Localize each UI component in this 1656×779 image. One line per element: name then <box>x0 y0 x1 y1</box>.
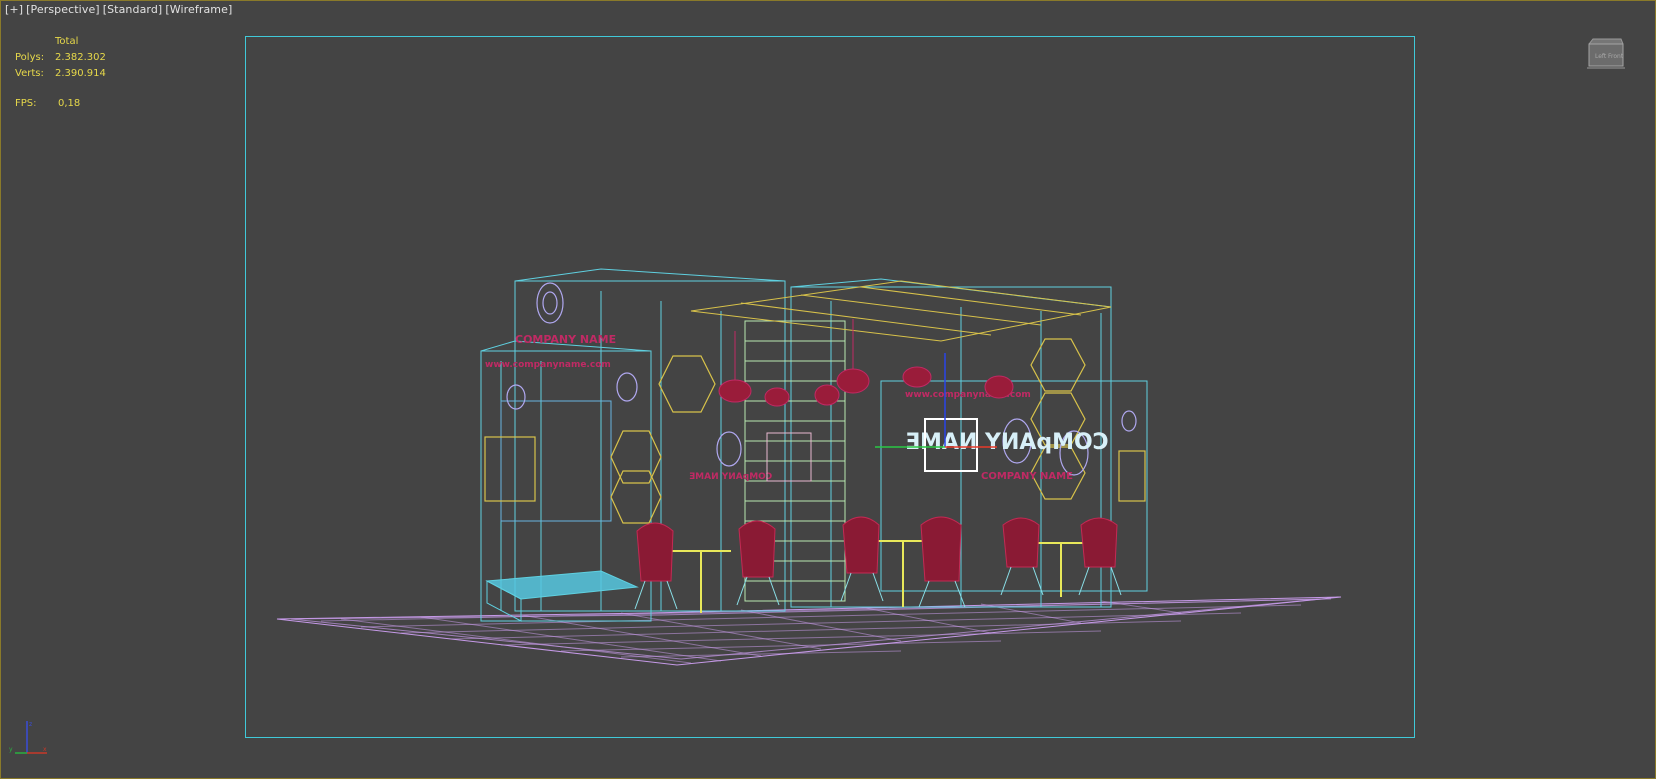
axis-z-label: z <box>29 721 32 728</box>
safe-frame-border <box>245 36 1415 738</box>
axis-x-label: x <box>43 746 47 753</box>
viewcube-front-face[interactable]: Front <box>1608 53 1624 60</box>
axis-y-label: y <box>9 746 13 753</box>
viewcube-left-face[interactable]: Left <box>1595 53 1607 60</box>
axis-tripod-icon: z x y <box>9 721 47 754</box>
perspective-viewport[interactable]: [+] [Perspective] [Standard] [Wireframe]… <box>0 0 1656 779</box>
viewcube-icon[interactable]: Left Front <box>1585 36 1625 70</box>
